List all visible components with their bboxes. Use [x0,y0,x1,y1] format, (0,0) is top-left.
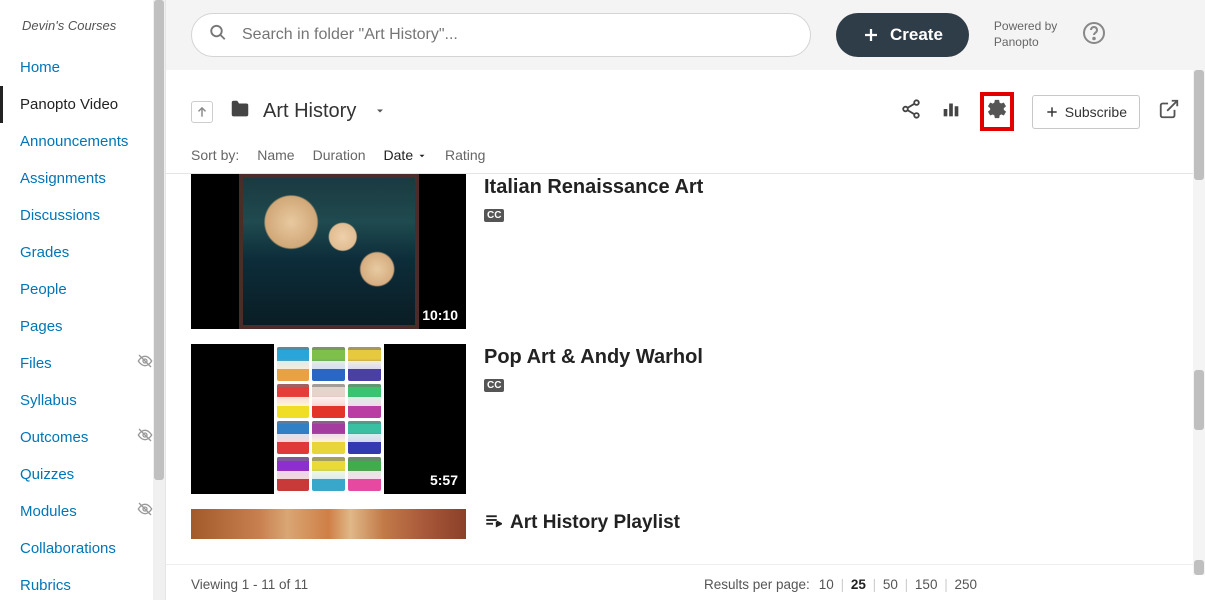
sidebar-item-people[interactable]: People [0,271,165,308]
viewing-count: Viewing 1 - 11 of 11 [191,577,704,592]
sidebar-item-modules[interactable]: Modules [0,493,165,530]
content-scrollbar[interactable] [1193,70,1205,575]
gear-icon[interactable] [986,98,1008,125]
thumbnail-image [239,174,419,329]
content-scroll-thumb[interactable] [1194,370,1204,430]
open-external-icon[interactable] [1158,98,1180,125]
video-duration: 10:10 [422,307,458,323]
rpp-25[interactable]: 25 [848,577,869,592]
sidebar-item-discussions[interactable]: Discussions [0,197,165,234]
rpp-250[interactable]: 250 [951,577,980,592]
playlist-icon [484,511,502,535]
video-title[interactable]: Italian Renaissance Art [484,176,703,199]
video-title[interactable]: Pop Art & Andy Warhol [484,346,703,369]
hidden-icon [137,427,153,449]
folder-dropdown-caret[interactable] [374,100,386,123]
sidebar-item-quizzes[interactable]: Quizzes [0,456,165,493]
cc-badge: CC [484,209,504,222]
course-sidebar: Devin's Courses HomePanopto VideoAnnounc… [0,0,166,600]
sidebar-item-collaborations[interactable]: Collaborations [0,530,165,567]
help-icon[interactable] [1082,21,1106,50]
sidebar-item-syllabus[interactable]: Syllabus [0,382,165,419]
stats-icon[interactable] [940,98,962,125]
powered-by-text: Powered by Panopto [994,19,1057,50]
sort-rating[interactable]: Rating [445,147,485,163]
topbar: Create Powered by Panopto [166,0,1205,70]
courses-label: Devin's Courses [0,14,165,49]
sidebar-item-grades[interactable]: Grades [0,234,165,271]
sort-duration[interactable]: Duration [313,147,366,163]
sidebar-item-assignments[interactable]: Assignments [0,160,165,197]
video-row[interactable]: 5:57 Pop Art & Andy Warhol CC [166,344,1205,509]
video-row[interactable]: 10:10 Italian Renaissance Art CC [166,174,1205,344]
sidebar-item-pages[interactable]: Pages [0,308,165,345]
search-icon [209,24,227,47]
sidebar-scrollbar[interactable] [153,0,165,600]
video-row[interactable]: Art History Playlist [166,509,1205,539]
folder-bar: Art History [166,70,1205,141]
hidden-icon [137,353,153,375]
video-duration: 5:57 [430,472,458,488]
video-thumbnail[interactable]: 10:10 [191,174,466,329]
video-thumbnail[interactable]: 5:57 [191,344,466,494]
rpp-150[interactable]: 150 [912,577,941,592]
hidden-icon [137,501,153,523]
sidebar-item-rubrics[interactable]: Rubrics [0,567,165,604]
sort-name[interactable]: Name [257,147,294,163]
playlist-title[interactable]: Art History Playlist [510,512,680,534]
pagination-footer: Viewing 1 - 11 of 11 Results per page: 1… [166,564,1205,600]
cc-badge: CC [484,379,504,392]
settings-highlight [980,92,1014,131]
up-folder-button[interactable] [191,101,213,123]
folder-icon [227,98,253,126]
create-label: Create [890,25,943,45]
sidebar-item-outcomes[interactable]: Outcomes [0,419,165,456]
search-input[interactable] [191,13,811,57]
rpp-50[interactable]: 50 [880,577,901,592]
sidebar-item-files[interactable]: Files [0,345,165,382]
rpp-10[interactable]: 10 [816,577,837,592]
folder-name[interactable]: Art History [263,100,356,123]
sort-label: Sort by: [191,147,239,163]
sort-bar: Sort by: Name Duration Date Rating [166,141,1205,174]
video-list: 10:10 Italian Renaissance Art CC 5:57 [166,174,1205,564]
rpp-label: Results per page: [704,577,810,592]
share-icon[interactable] [900,98,922,125]
sidebar-item-panopto-video[interactable]: Panopto Video [0,86,165,123]
sidebar-scroll-thumb[interactable] [154,0,164,480]
sidebar-item-announcements[interactable]: Announcements [0,123,165,160]
scroll-arrow-down[interactable] [1194,560,1204,575]
create-button[interactable]: Create [836,13,969,57]
playlist-thumbnail[interactable] [191,509,466,539]
thumbnail-image [274,344,384,494]
sort-date[interactable]: Date [384,147,427,163]
sidebar-item-home[interactable]: Home [0,49,165,86]
scroll-arrow-up[interactable] [1194,70,1204,180]
subscribe-button[interactable]: Subscribe [1032,95,1140,129]
